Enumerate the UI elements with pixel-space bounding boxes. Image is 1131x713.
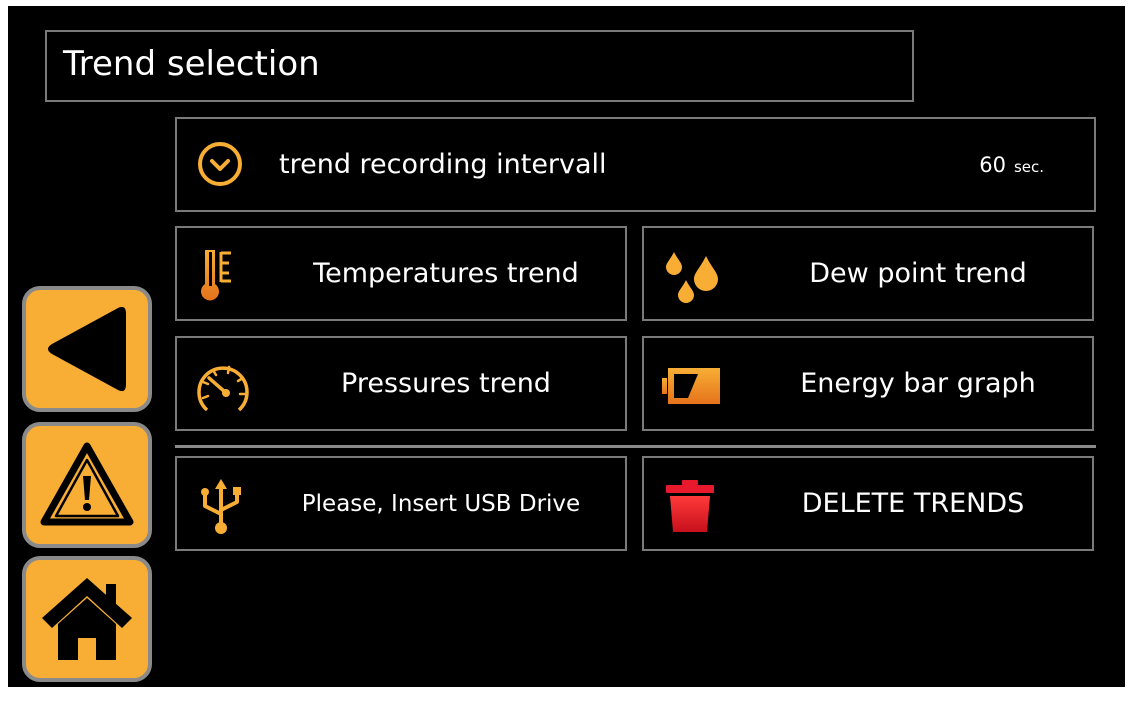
warning-icon	[40, 442, 134, 526]
back-button[interactable]	[22, 286, 152, 412]
delete-trends-label: DELETE TRENDS	[801, 488, 1025, 519]
usb-export-button[interactable]: Please, Insert USB Drive	[175, 456, 627, 551]
usb-export-label: Please, Insert USB Drive	[301, 490, 581, 517]
water-drops-icon	[666, 252, 718, 303]
interval-label: trend recording intervall	[279, 149, 607, 180]
dew-point-trend-label: Dew point trend	[809, 258, 1027, 289]
clock-icon	[198, 142, 242, 186]
temperatures-trend-label: Temperatures trend	[313, 258, 579, 289]
battery-level-icon	[662, 368, 720, 404]
page-title: Trend selection	[63, 44, 320, 84]
dew-point-trend-button[interactable]: Dew point trend	[642, 226, 1094, 321]
interval-unit: sec.	[1013, 157, 1044, 176]
trend-interval-button[interactable]: trend recording intervall 60 sec.	[175, 117, 1096, 212]
energy-bar-graph-button[interactable]: Energy bar graph	[642, 336, 1094, 431]
interval-number: 60	[979, 152, 1006, 177]
page-title-box: Trend selection	[45, 30, 914, 102]
thermometer-icon	[201, 250, 231, 301]
home-icon	[42, 578, 132, 660]
energy-bar-graph-label: Energy bar graph	[800, 368, 1036, 399]
screen: Trend selection trend recording interval…	[8, 6, 1125, 687]
back-arrow-icon	[48, 306, 126, 392]
usb-icon	[201, 479, 241, 534]
temperatures-trend-button[interactable]: Temperatures trend	[175, 226, 627, 321]
alarms-button[interactable]	[22, 422, 152, 548]
trash-bin-icon	[666, 480, 714, 532]
pressures-trend-button[interactable]: Pressures trend	[175, 336, 627, 431]
delete-trends-button[interactable]: DELETE TRENDS	[642, 456, 1094, 551]
home-button[interactable]	[22, 556, 152, 682]
section-divider	[175, 445, 1096, 448]
interval-value: 60 sec.	[979, 119, 1044, 210]
gauge-icon	[197, 365, 249, 412]
pressures-trend-label: Pressures trend	[341, 368, 551, 399]
